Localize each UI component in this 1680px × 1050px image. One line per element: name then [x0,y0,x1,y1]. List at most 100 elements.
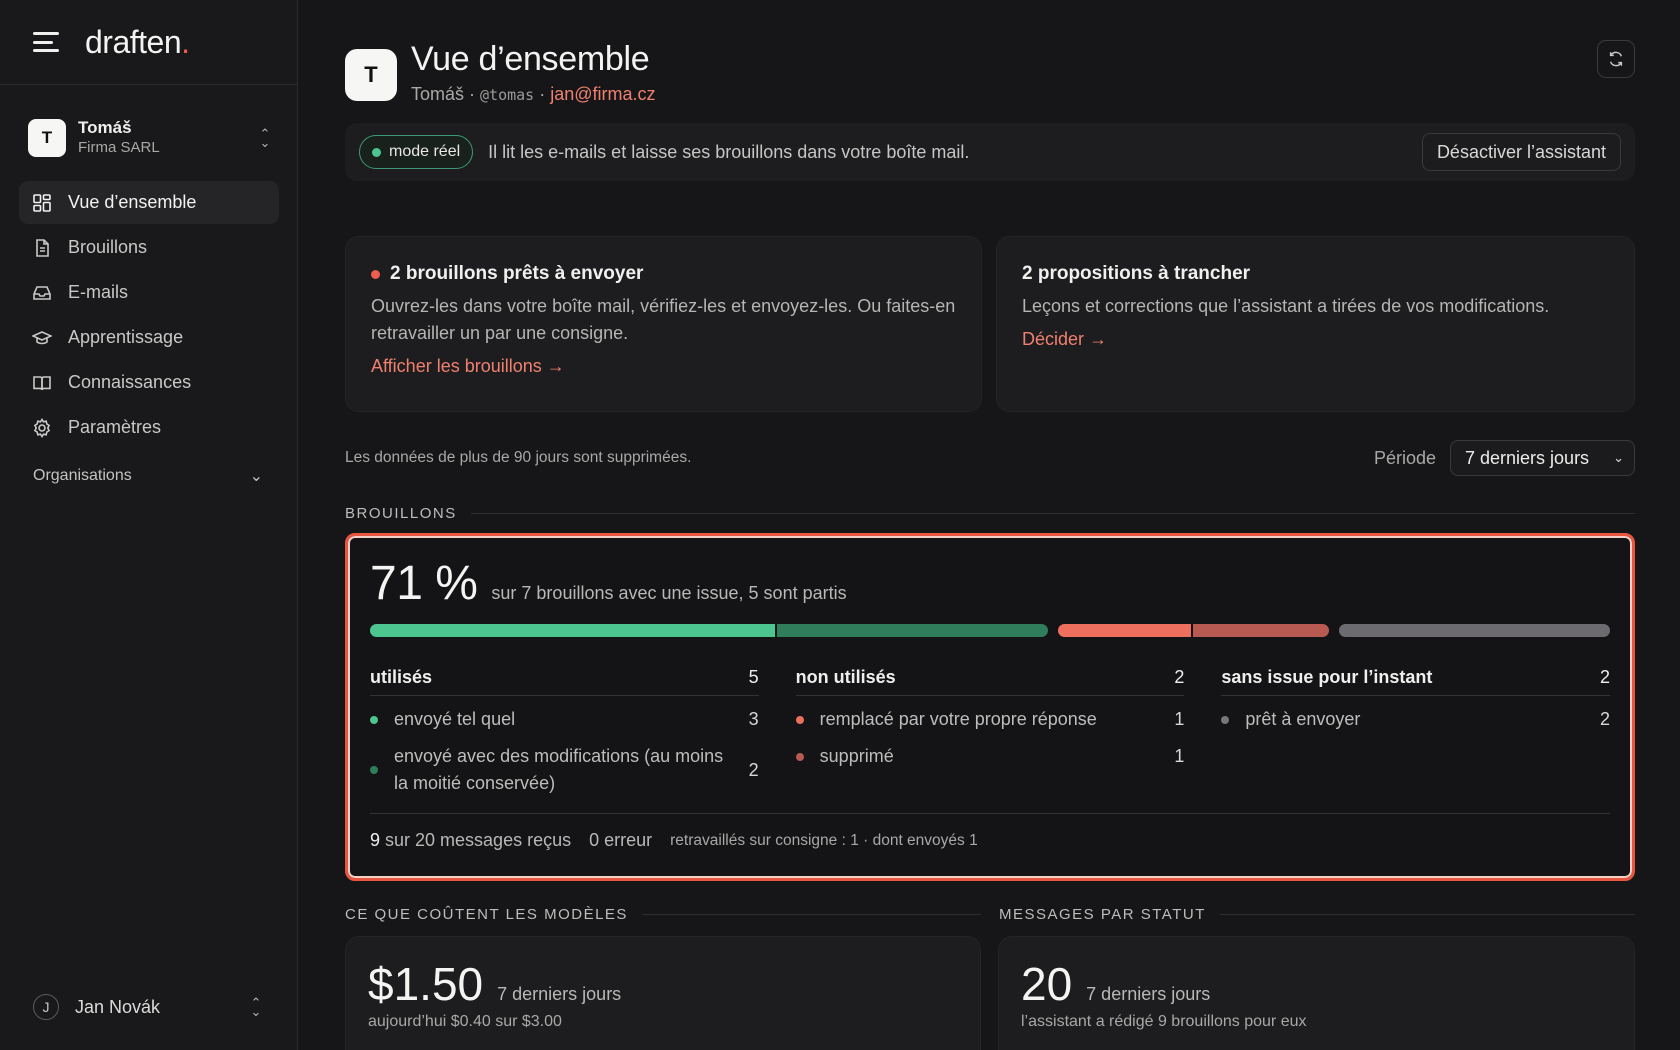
error-count: 0 erreur [589,830,653,850]
refresh-icon [1609,51,1623,67]
page-title: Vue d’ensemble [411,40,650,78]
outcome-columns: utilisés 5 envoyé tel quel 3 envoyé avec d… [370,660,1611,797]
disable-assistant-button[interactable]: Désactiver l’assistant [1421,133,1621,171]
account-switcher[interactable]: T Tomáš Firma SARL ⌃ ⌄ [28,118,272,158]
list-item: supprimé 1 [795,743,1184,770]
logo[interactable]: draften. [85,24,190,61]
mode-badge: mode réel [359,135,474,169]
period-row: Les données de plus de 90 jours sont sup… [345,440,1635,476]
sidebar: draften. T Tomáš Firma SARL ⌃ ⌄ Vue d’ens… [0,0,298,1050]
ready-drafts-card: 2 brouillons prêts à envoyer Ouvrez-les … [345,236,982,412]
book-icon [32,373,52,393]
used-percentage: 71 % [370,557,478,610]
graduation-cap-icon [32,328,52,348]
list-item: remplacé par votre propre réponse 1 [795,706,1184,733]
assistant-status-banner: mode réel Il lit les e-mails et laisse s… [345,123,1635,181]
status-dot [795,715,804,724]
inbox-icon [32,283,52,303]
section-costs-label: CE QUE COÛTENT LES MODÈLES [345,906,981,923]
sidebar-item-label: E-mails [68,282,129,302]
drafts-stats-panel: 71 % sur 7 brouillons avec une issue, 5 … [345,533,1635,881]
bar-segment-sent-modified [776,624,1048,637]
dashboard-icon [32,193,52,213]
column-count: 2 [1174,667,1185,687]
bar-segment-sent-as-is [370,624,775,637]
column-count: 5 [748,667,759,687]
brand-bar: draften. [0,0,297,85]
status-dot [370,715,378,724]
messages-sub: l’assistant a rédigé 9 brouillons pour e… [1021,1013,1307,1030]
messages-card: 20 7 derniers jours l’assistant a rédigé … [998,936,1635,1050]
profile-handle: @tomas [480,86,535,104]
column-title: non utilisés [795,667,896,687]
sidebar-item-emails[interactable]: E-mails [19,271,279,314]
menu-icon[interactable] [33,32,59,52]
organisations-toggle[interactable]: Organisations ⌄ [33,466,263,486]
profile-avatar: T [345,49,397,101]
sidebar-item-label: Vue d’ensemble [68,192,197,212]
proposals-card: 2 propositions à trancher Leçons et corr… [996,236,1635,412]
user-switcher[interactable]: J Jan Novák ⌃ ⌄ [33,994,263,1020]
document-icon [32,238,52,258]
period-label: Période [1373,447,1436,468]
sidebar-item-label: Apprentissage [68,327,184,347]
bar-segment-pending [1338,624,1610,637]
sidebar-item-label: Connaissances [68,372,192,392]
profile-email[interactable]: jan@firma.cz [550,84,655,104]
status-dot [370,766,378,774]
sidebar-item-settings[interactable]: Paramètres [19,406,279,449]
cost-sub: aujourd’hui $0.40 sur $3.00 [368,1013,562,1030]
column-title: sans issue pour l’instant [1221,667,1433,687]
account-org: Firma SARL [78,139,160,156]
status-dot [795,752,804,761]
used-summary: sur 7 brouillons avec une issue, 5 sont … [491,583,847,603]
bar-segment-replaced [1057,624,1192,637]
sidebar-item-label: Brouillons [68,237,148,257]
list-item: envoyé avec des modifications (au moins … [370,743,759,797]
card-title: 2 propositions à trancher [1022,263,1251,284]
outcome-bar [370,624,1610,638]
bar-segment-deleted [1193,624,1329,637]
cost-period: 7 derniers jours [497,984,622,1004]
user-name: Jan Novák [75,996,161,1017]
column-pending: sans issue pour l’instant 2 prêt à envoye… [1221,660,1611,797]
period-select[interactable]: 7 derniers jours ⌄ [1450,440,1635,476]
section-messages-label: MESSAGES PAR STATUT [999,906,1635,923]
costs-card: $1.50 7 derniers jours aujourd’hui $0.40 … [345,936,981,1050]
column-title: utilisés [370,667,433,687]
sidebar-item-knowledge[interactable]: Connaissances [19,361,279,404]
sidebar-nav: Vue d’ensemble Brouillons E-mails Appren… [19,181,279,451]
page-header: T Vue d’ensemble Tomáš · @tomas · jan@fi… [345,40,1635,110]
sidebar-item-label: Paramètres [68,417,162,437]
messages-value: 20 [1021,958,1073,1010]
list-item: envoyé tel quel 3 [370,706,759,733]
status-dot [372,147,381,157]
show-drafts-link[interactable]: Afficher les brouillons → [371,356,956,377]
period-select-value: 7 derniers jours [1465,447,1590,468]
column-count: 2 [1600,667,1611,687]
chevron-updown-icon: ⌃ ⌄ [259,126,271,150]
alert-dot [371,269,380,279]
decide-link[interactable]: Décider → [1022,329,1609,350]
sidebar-item-drafts[interactable]: Brouillons [19,226,279,269]
status-dot [1221,715,1230,724]
separator: · [464,84,481,104]
profile-name: Tomáš [411,84,465,104]
received-summary: 9 sur 20 messages reçus [370,830,572,850]
account-name: Tomáš [78,118,132,137]
card-text: Leçons et corrections que l’assistant a … [1022,296,1550,316]
section-drafts-label: BROUILLONS [345,505,1635,522]
separator: · [534,84,551,104]
cost-value: $1.50 [368,958,484,1010]
card-title: 2 brouillons prêts à envoyer [371,263,956,285]
gear-icon [32,417,52,438]
card-text: Ouvrez-les dans votre boîte mail, vérifi… [371,296,956,343]
account-avatar: T [28,119,66,157]
chevron-updown-icon: ⌃ ⌄ [250,995,262,1019]
sidebar-item-overview[interactable]: Vue d’ensemble [19,181,279,224]
user-avatar: J [33,994,59,1020]
refresh-button[interactable] [1597,40,1635,78]
sidebar-item-learning[interactable]: Apprentissage [19,316,279,359]
retention-note: Les données de plus de 90 jours sont sup… [345,449,692,466]
organisations-label: Organisations [33,467,132,484]
